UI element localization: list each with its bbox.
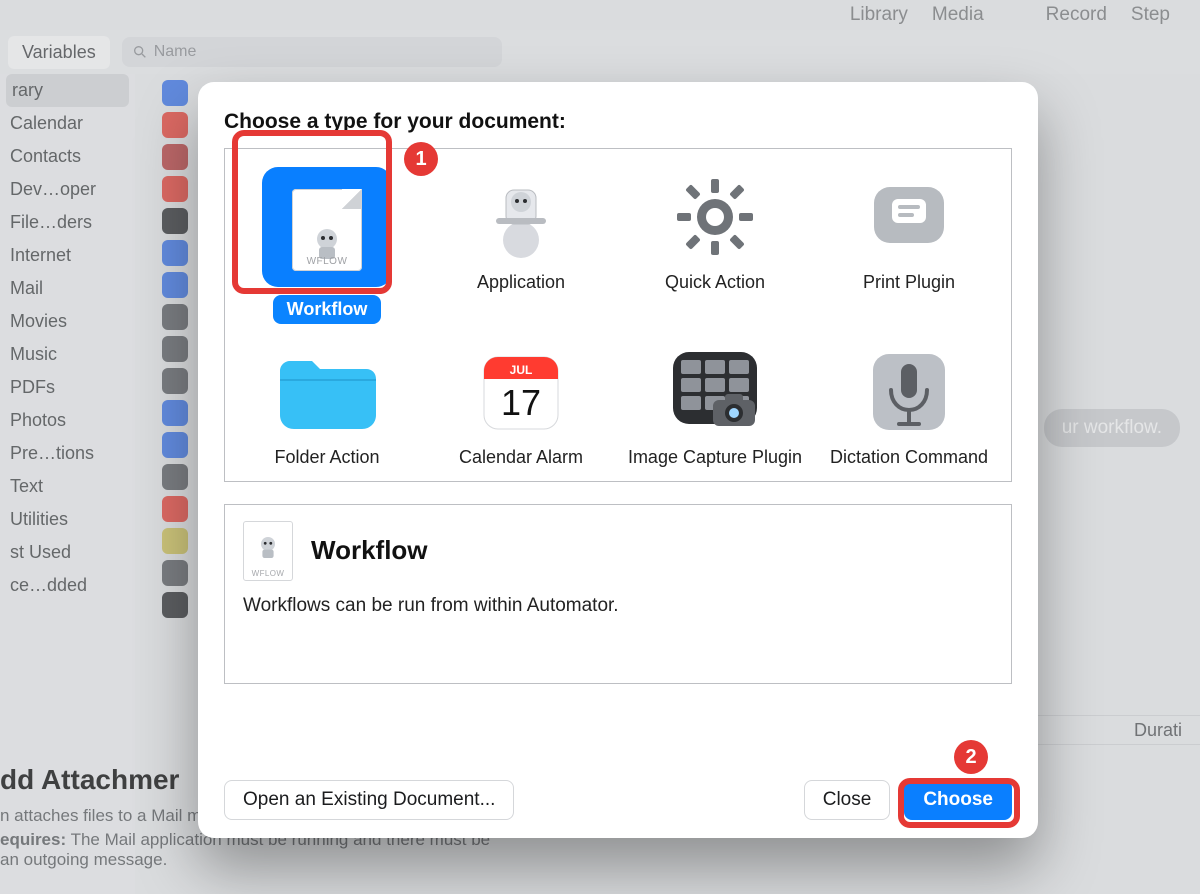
- type-label-workflow: Workflow: [273, 295, 382, 324]
- doc-ext-label: WFLOW: [292, 256, 362, 267]
- type-image-capture-plugin[interactable]: Image Capture Plugin: [623, 342, 807, 469]
- folder-icon: [272, 349, 382, 435]
- automator-robot-icon: [254, 534, 282, 562]
- type-calendar-alarm[interactable]: JUL 17 Calendar Alarm: [429, 342, 613, 469]
- printer-icon: [864, 173, 954, 261]
- description-title: Workflow: [311, 535, 428, 566]
- type-label-application: Application: [477, 271, 565, 294]
- svg-text:JUL: JUL: [510, 363, 533, 377]
- image-capture-icon: [667, 346, 763, 438]
- type-label-calendar-alarm: Calendar Alarm: [459, 446, 583, 469]
- workflow-doc-icon: WFLOW: [292, 189, 362, 271]
- type-description-panel: WFLOW Workflow Workflows can be run from…: [224, 504, 1012, 684]
- svg-text:17: 17: [501, 382, 541, 423]
- type-label-folder-action: Folder Action: [274, 446, 379, 469]
- doc-ext-label: WFLOW: [244, 569, 292, 578]
- type-label-dictation: Dictation Command: [830, 446, 988, 469]
- application-icon: [476, 172, 566, 262]
- workflow-doc-icon-small: WFLOW: [243, 521, 293, 581]
- calendar-icon: JUL 17: [476, 347, 566, 437]
- type-workflow[interactable]: WFLOW Workflow: [235, 167, 419, 324]
- button-row: Open an Existing Document... Close Choos…: [224, 780, 1012, 820]
- type-dictation-command[interactable]: Dictation Command: [817, 342, 1001, 469]
- document-type-chooser: Choose a type for your document: WFLOW W…: [198, 82, 1038, 838]
- type-grid: WFLOW Workflow Application: [224, 148, 1012, 482]
- type-label-quick-action: Quick Action: [665, 271, 765, 294]
- open-existing-button[interactable]: Open an Existing Document...: [224, 780, 514, 820]
- type-application[interactable]: Application: [429, 167, 613, 324]
- type-print-plugin[interactable]: Print Plugin: [817, 167, 1001, 324]
- microphone-icon: [865, 346, 953, 438]
- type-label-print-plugin: Print Plugin: [863, 271, 955, 294]
- description-text: Workflows can be run from within Automat…: [243, 595, 993, 617]
- gear-icon: [671, 173, 759, 261]
- annotation-badge-2: 2: [954, 740, 988, 774]
- close-button[interactable]: Close: [804, 780, 891, 820]
- chooser-title: Choose a type for your document:: [224, 110, 1012, 134]
- type-label-image-capture: Image Capture Plugin: [628, 446, 802, 469]
- type-folder-action[interactable]: Folder Action: [235, 342, 419, 469]
- choose-button[interactable]: Choose: [904, 780, 1012, 820]
- type-quick-action[interactable]: Quick Action: [623, 167, 807, 324]
